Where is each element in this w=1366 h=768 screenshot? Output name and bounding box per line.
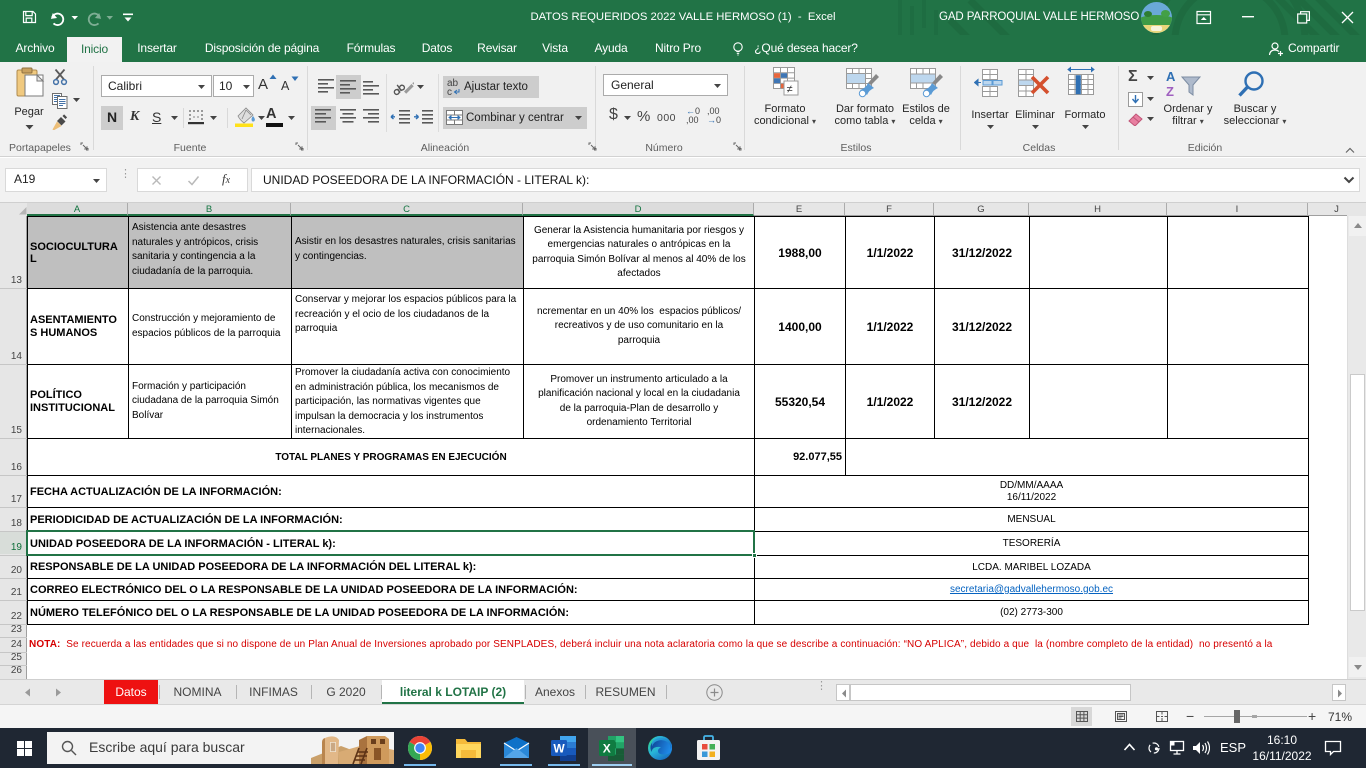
svg-text:≠: ≠ (787, 84, 793, 96)
svg-text:c: c (447, 87, 452, 97)
svg-text:X: X (603, 742, 611, 756)
svg-text:Z: Z (1166, 84, 1174, 99)
svg-text:W: W (553, 742, 565, 756)
svg-text:A: A (1166, 69, 1176, 84)
